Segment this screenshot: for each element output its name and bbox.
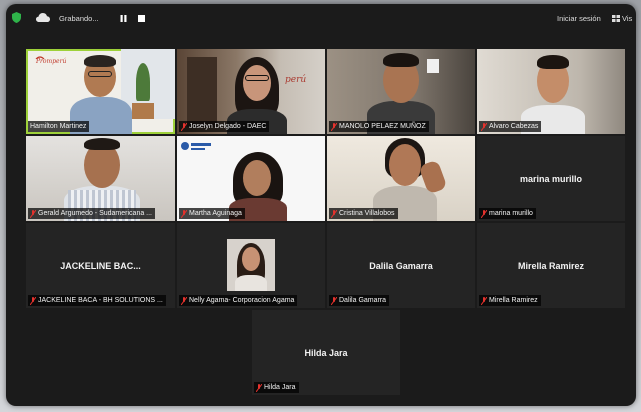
- video-tile-hamilton[interactable]: Promperú Hamilton Martinez: [26, 49, 175, 134]
- muted-mic-icon: [331, 209, 337, 218]
- participant-name: Cristina Villalobos: [339, 210, 395, 217]
- video-tile-nelly[interactable]: Nelly Agama- Corporacion Agama: [177, 223, 325, 308]
- pause-recording-button[interactable]: [117, 12, 129, 24]
- promperu-logo-text: Promperú: [36, 58, 67, 65]
- muted-mic-icon: [481, 296, 487, 305]
- muted-mic-icon: [331, 122, 337, 131]
- video-tile-cristina[interactable]: Cristina Villalobos: [327, 136, 475, 221]
- participant-name: JACKELINE BACA - BH SOLUTIONS ...: [38, 297, 163, 304]
- participant-name: marina murillo: [489, 210, 533, 217]
- sign-in-link[interactable]: Iniciar sesión: [557, 14, 601, 23]
- muted-mic-icon: [331, 296, 337, 305]
- participant-name: MANOLO PELAEZ MUÑOZ: [339, 123, 426, 130]
- participant-name-tag: MANOLO PELAEZ MUÑOZ: [329, 121, 429, 132]
- participant-name-tag: Hilda Jara: [254, 382, 299, 393]
- participant-name-tag: Cristina Villalobos: [329, 208, 398, 219]
- background-logo-bar2: [191, 148, 205, 150]
- video-tile-gerald[interactable]: Gerald Argumedo - Sudamericana ...: [26, 136, 175, 221]
- participant-name-tag: marina murillo: [479, 208, 536, 219]
- participant-name-tag: JACKELINE BACA - BH SOLUTIONS ...: [28, 295, 166, 306]
- profile-picture: [227, 239, 275, 291]
- view-label: Vis: [622, 14, 633, 23]
- recording-status-label: Grabando...: [59, 14, 99, 23]
- participant-name: Gerald Argumedo - Sudamericana ...: [38, 210, 153, 217]
- video-tile-marina[interactable]: marina murillo marina murillo: [477, 136, 625, 221]
- screen-frame: Grabando... Iniciar sesión Vis Promperú: [0, 0, 641, 412]
- participant-name: Martha Aguinaga: [189, 210, 242, 217]
- muted-mic-icon: [256, 383, 262, 392]
- participant-name-tag: Dalila Gamarra: [329, 295, 390, 306]
- participant-name: Hilda Jara: [264, 384, 296, 391]
- pause-icon: [120, 14, 126, 22]
- participant-name-tag: Mirella Ramirez: [479, 295, 541, 306]
- video-tile-mirella[interactable]: Mirella Ramirez Mirella Ramirez: [477, 223, 625, 308]
- video-tile-martha[interactable]: Martha Aguinaga: [177, 136, 325, 221]
- participant-display-name: Dalila Gamarra: [369, 261, 433, 271]
- muted-mic-icon: [481, 209, 487, 218]
- muted-mic-icon: [30, 209, 36, 218]
- participant-name-tag: Gerald Argumedo - Sudamericana ...: [28, 208, 156, 219]
- muted-mic-icon: [30, 296, 36, 305]
- participant-display-name: JACKELINE BAC...: [60, 261, 141, 271]
- participant-display-name: Hilda Jara: [304, 348, 348, 358]
- cloud-recording-icon: [36, 13, 50, 22]
- participant-name-tag: Nelly Agama- Corporacion Agama: [179, 295, 298, 306]
- video-tile-alvaro[interactable]: Alvaro Cabezas: [477, 49, 625, 134]
- muted-mic-icon: [481, 122, 487, 131]
- participant-name-tag: Hamilton Martinez: [28, 121, 90, 132]
- zoom-meeting-window: Grabando... Iniciar sesión Vis Promperú: [6, 4, 636, 406]
- video-tile-jackeline[interactable]: JACKELINE BAC... JACKELINE BACA - BH SOL…: [26, 223, 175, 308]
- participant-name: Nelly Agama- Corporacion Agama: [189, 297, 295, 304]
- muted-mic-icon: [181, 122, 187, 131]
- background-logo: [181, 142, 189, 150]
- participant-name-tag: Martha Aguinaga: [179, 208, 245, 219]
- doorway: [187, 57, 217, 127]
- muted-mic-icon: [181, 296, 187, 305]
- view-button[interactable]: Vis: [612, 14, 632, 23]
- security-shield-icon[interactable]: [12, 12, 21, 23]
- top-toolbar: Grabando... Iniciar sesión Vis: [6, 4, 636, 32]
- participant-name-tag: Alvaro Cabezas: [479, 121, 542, 132]
- background-logo-bar: [191, 143, 211, 146]
- participant-display-name: marina murillo: [519, 174, 582, 184]
- plant-decoration: [136, 63, 150, 101]
- participant-name: Mirella Ramirez: [489, 297, 538, 304]
- participant-name: Hamilton Martinez: [30, 123, 87, 130]
- participant-name: Joselyn Delgado - DAEC: [189, 123, 267, 130]
- video-tile-joselyn[interactable]: perú Joselyn Delgado - DAEC: [177, 49, 325, 134]
- video-tile-dalila[interactable]: Dalila Gamarra Dalila Gamarra: [327, 223, 475, 308]
- participant-name: Alvaro Cabezas: [489, 123, 539, 130]
- participant-name: Dalila Gamarra: [339, 297, 387, 304]
- stop-icon: [137, 14, 145, 22]
- participant-name-tag: Joselyn Delgado - DAEC: [179, 121, 270, 132]
- muted-mic-icon: [181, 209, 187, 218]
- video-tile-hilda[interactable]: Hilda Jara Hilda Jara: [252, 310, 400, 395]
- grid-view-icon: [612, 15, 620, 22]
- stop-recording-button[interactable]: [135, 12, 147, 24]
- participant-display-name: Mirella Ramirez: [517, 261, 585, 271]
- video-tile-manolo[interactable]: MANOLO PELAEZ MUÑOZ: [327, 49, 475, 134]
